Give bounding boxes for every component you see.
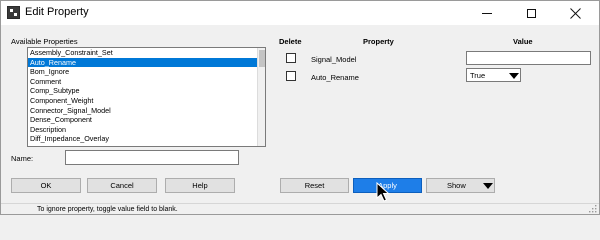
name-label: Name: — [11, 154, 34, 163]
property-list-item[interactable]: Dense_Component — [28, 115, 265, 125]
value-select-text: True — [470, 70, 486, 80]
chevron-down-icon — [483, 183, 493, 189]
close-icon — [569, 7, 581, 19]
maximize-button[interactable] — [509, 1, 553, 25]
show-dropdown-button[interactable]: Show — [426, 178, 495, 193]
scroll-thumb[interactable] — [259, 50, 265, 67]
reset-button[interactable]: Reset — [280, 178, 349, 193]
minimize-icon — [482, 12, 492, 14]
app-icon — [7, 6, 20, 19]
property-list-item[interactable]: Component_Weight — [28, 96, 265, 106]
chevron-down-icon — [509, 73, 519, 79]
window-title: Edit Property — [25, 6, 89, 18]
title-bar: Edit Property — [1, 1, 599, 25]
name-input[interactable] — [65, 150, 239, 165]
property-list-item[interactable]: Comp_Subtype — [28, 86, 265, 96]
close-button[interactable] — [553, 1, 597, 25]
help-button[interactable]: Help — [165, 178, 235, 193]
available-properties-label: Available Properties — [11, 37, 78, 46]
cursor-icon — [376, 182, 390, 202]
maximize-icon — [526, 8, 536, 18]
show-label: Show — [447, 181, 466, 190]
available-properties-list[interactable]: Assembly_Constraint_Set Auto_Rename Bom_Ig… — [27, 47, 266, 147]
minimize-button[interactable] — [465, 1, 509, 25]
property-name-auto-rename: Auto_Rename — [311, 73, 359, 82]
value-select-auto-rename[interactable]: True — [466, 68, 521, 82]
delete-checkbox-auto-rename[interactable] — [286, 71, 296, 81]
property-list-item[interactable]: Comment — [28, 77, 265, 87]
value-column-header: Value — [513, 37, 533, 46]
property-list-item[interactable]: Description — [28, 125, 265, 135]
list-scrollbar[interactable] — [257, 48, 265, 146]
ok-button[interactable]: OK — [11, 178, 81, 193]
property-column-header: Property — [363, 37, 394, 46]
property-list-item[interactable]: Auto_Rename — [28, 57, 265, 68]
status-text: To ignore property, toggle value field t… — [37, 206, 178, 213]
property-list-item[interactable]: Assembly_Constraint_Set — [28, 48, 265, 58]
property-name-signal-model: Signal_Model — [311, 55, 357, 64]
cancel-button[interactable]: Cancel — [87, 178, 157, 193]
resize-grip-icon[interactable] — [589, 205, 597, 213]
delete-column-header: Delete — [279, 37, 302, 46]
delete-checkbox-signal-model[interactable] — [286, 53, 296, 63]
edit-property-dialog: Edit Property Available Properties Assem… — [0, 0, 600, 215]
value-input-signal-model[interactable] — [466, 51, 591, 65]
property-list-item[interactable]: Diff_Impedance_Overlay — [28, 134, 265, 144]
property-list-item[interactable]: Bom_Ignore — [28, 67, 265, 77]
property-list-items: Assembly_Constraint_Set Auto_Rename Bom_Ig… — [28, 48, 265, 144]
property-list-item[interactable]: Connector_Signal_Model — [28, 106, 265, 116]
